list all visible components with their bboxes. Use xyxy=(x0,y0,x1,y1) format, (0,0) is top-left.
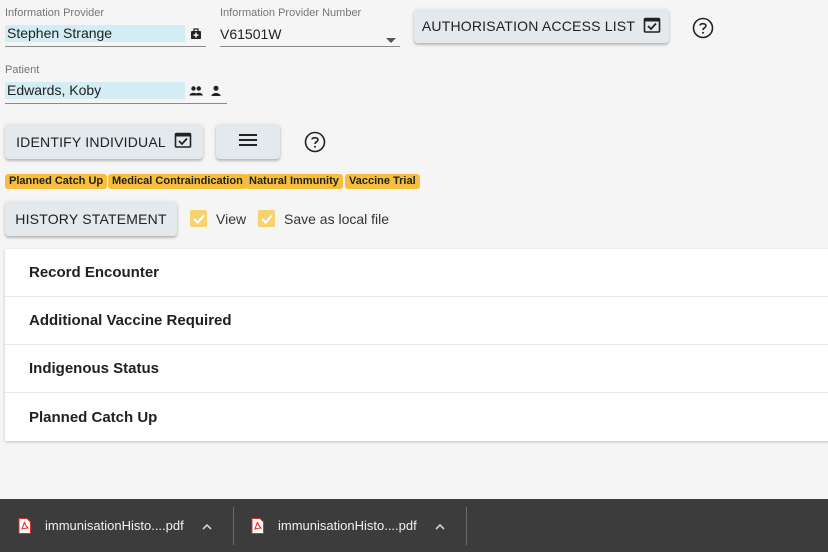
checkbox-checked-icon xyxy=(258,210,275,227)
chip-natural-immunity: Natural Immunity xyxy=(245,174,343,189)
view-label: View xyxy=(216,210,247,227)
download-filename: immunisationHisto....pdf xyxy=(278,518,417,533)
help-icon[interactable] xyxy=(304,131,326,158)
history-statement-button[interactable]: HISTORY STATEMENT xyxy=(5,201,177,236)
information-provider-label: Information Provider xyxy=(5,7,105,19)
provider-number-select[interactable]: V61501W xyxy=(220,24,400,47)
person-icon[interactable] xyxy=(211,84,221,102)
identify-individual-button[interactable]: IDENTIFY INDIVIDUAL xyxy=(5,124,203,159)
panel-planned-catch-up[interactable]: Planned Catch Up xyxy=(5,393,828,441)
chip-planned-catch-up: Planned Catch Up xyxy=(5,174,108,189)
download-separator xyxy=(233,507,234,545)
dropdown-arrow-icon[interactable] xyxy=(386,31,396,49)
patient-label: Patient xyxy=(5,64,40,76)
save-local-file-checkbox[interactable]: Save as local file xyxy=(258,210,389,227)
download-item[interactable]: immunisationHisto....pdf xyxy=(18,499,212,552)
panel-indigenous-status[interactable]: Indigenous Status xyxy=(5,345,828,393)
panel-record-encounter[interactable]: Record Encounter xyxy=(5,249,828,297)
expansion-panel-list: Record Encounter Additional Vaccine Requ… xyxy=(5,249,828,441)
calendar-check-icon xyxy=(643,16,661,37)
download-bar: immunisationHisto....pdf immunisationHis… xyxy=(0,499,828,552)
patient-value: Edwards, Koby xyxy=(5,82,185,99)
download-item[interactable]: immunisationHisto....pdf xyxy=(251,499,445,552)
view-checkbox[interactable]: View xyxy=(190,210,246,227)
panel-additional-vaccine-required[interactable]: Additional Vaccine Required xyxy=(5,297,828,345)
chevron-up-icon[interactable] xyxy=(202,518,212,533)
patient-field[interactable]: Edwards, Koby xyxy=(5,81,227,104)
authorisation-access-list-button[interactable]: AUTHORISATION ACCESS LIST xyxy=(414,9,669,43)
information-provider-value: Stephen Strange xyxy=(5,25,185,42)
chip-vaccine-trial: Vaccine Trial xyxy=(345,174,420,189)
pdf-file-icon xyxy=(251,517,264,534)
chip-medical-contraindication: Medical Contraindication xyxy=(108,174,247,189)
save-local-file-label: Save as local file xyxy=(284,210,390,227)
download-separator xyxy=(466,507,467,545)
provider-number-label: Information Provider Number xyxy=(220,7,362,19)
people-icon[interactable] xyxy=(189,84,203,102)
history-button-label: HISTORY STATEMENT xyxy=(15,210,167,227)
help-icon[interactable] xyxy=(692,17,714,44)
authorisation-button-label: AUTHORISATION ACCESS LIST xyxy=(421,18,636,34)
menu-button[interactable] xyxy=(216,124,280,159)
chevron-up-icon[interactable] xyxy=(435,518,445,533)
menu-icon xyxy=(239,133,257,150)
checkbox-checked-icon xyxy=(190,210,207,227)
provider-number-value: V61501W xyxy=(220,26,282,42)
calendar-check-icon xyxy=(174,131,192,152)
identify-button-label: IDENTIFY INDIVIDUAL xyxy=(16,133,166,150)
medical-bag-icon[interactable] xyxy=(190,27,202,45)
pdf-file-icon xyxy=(18,517,31,534)
download-filename: immunisationHisto....pdf xyxy=(45,518,184,533)
information-provider-field[interactable]: Stephen Strange xyxy=(5,24,206,47)
